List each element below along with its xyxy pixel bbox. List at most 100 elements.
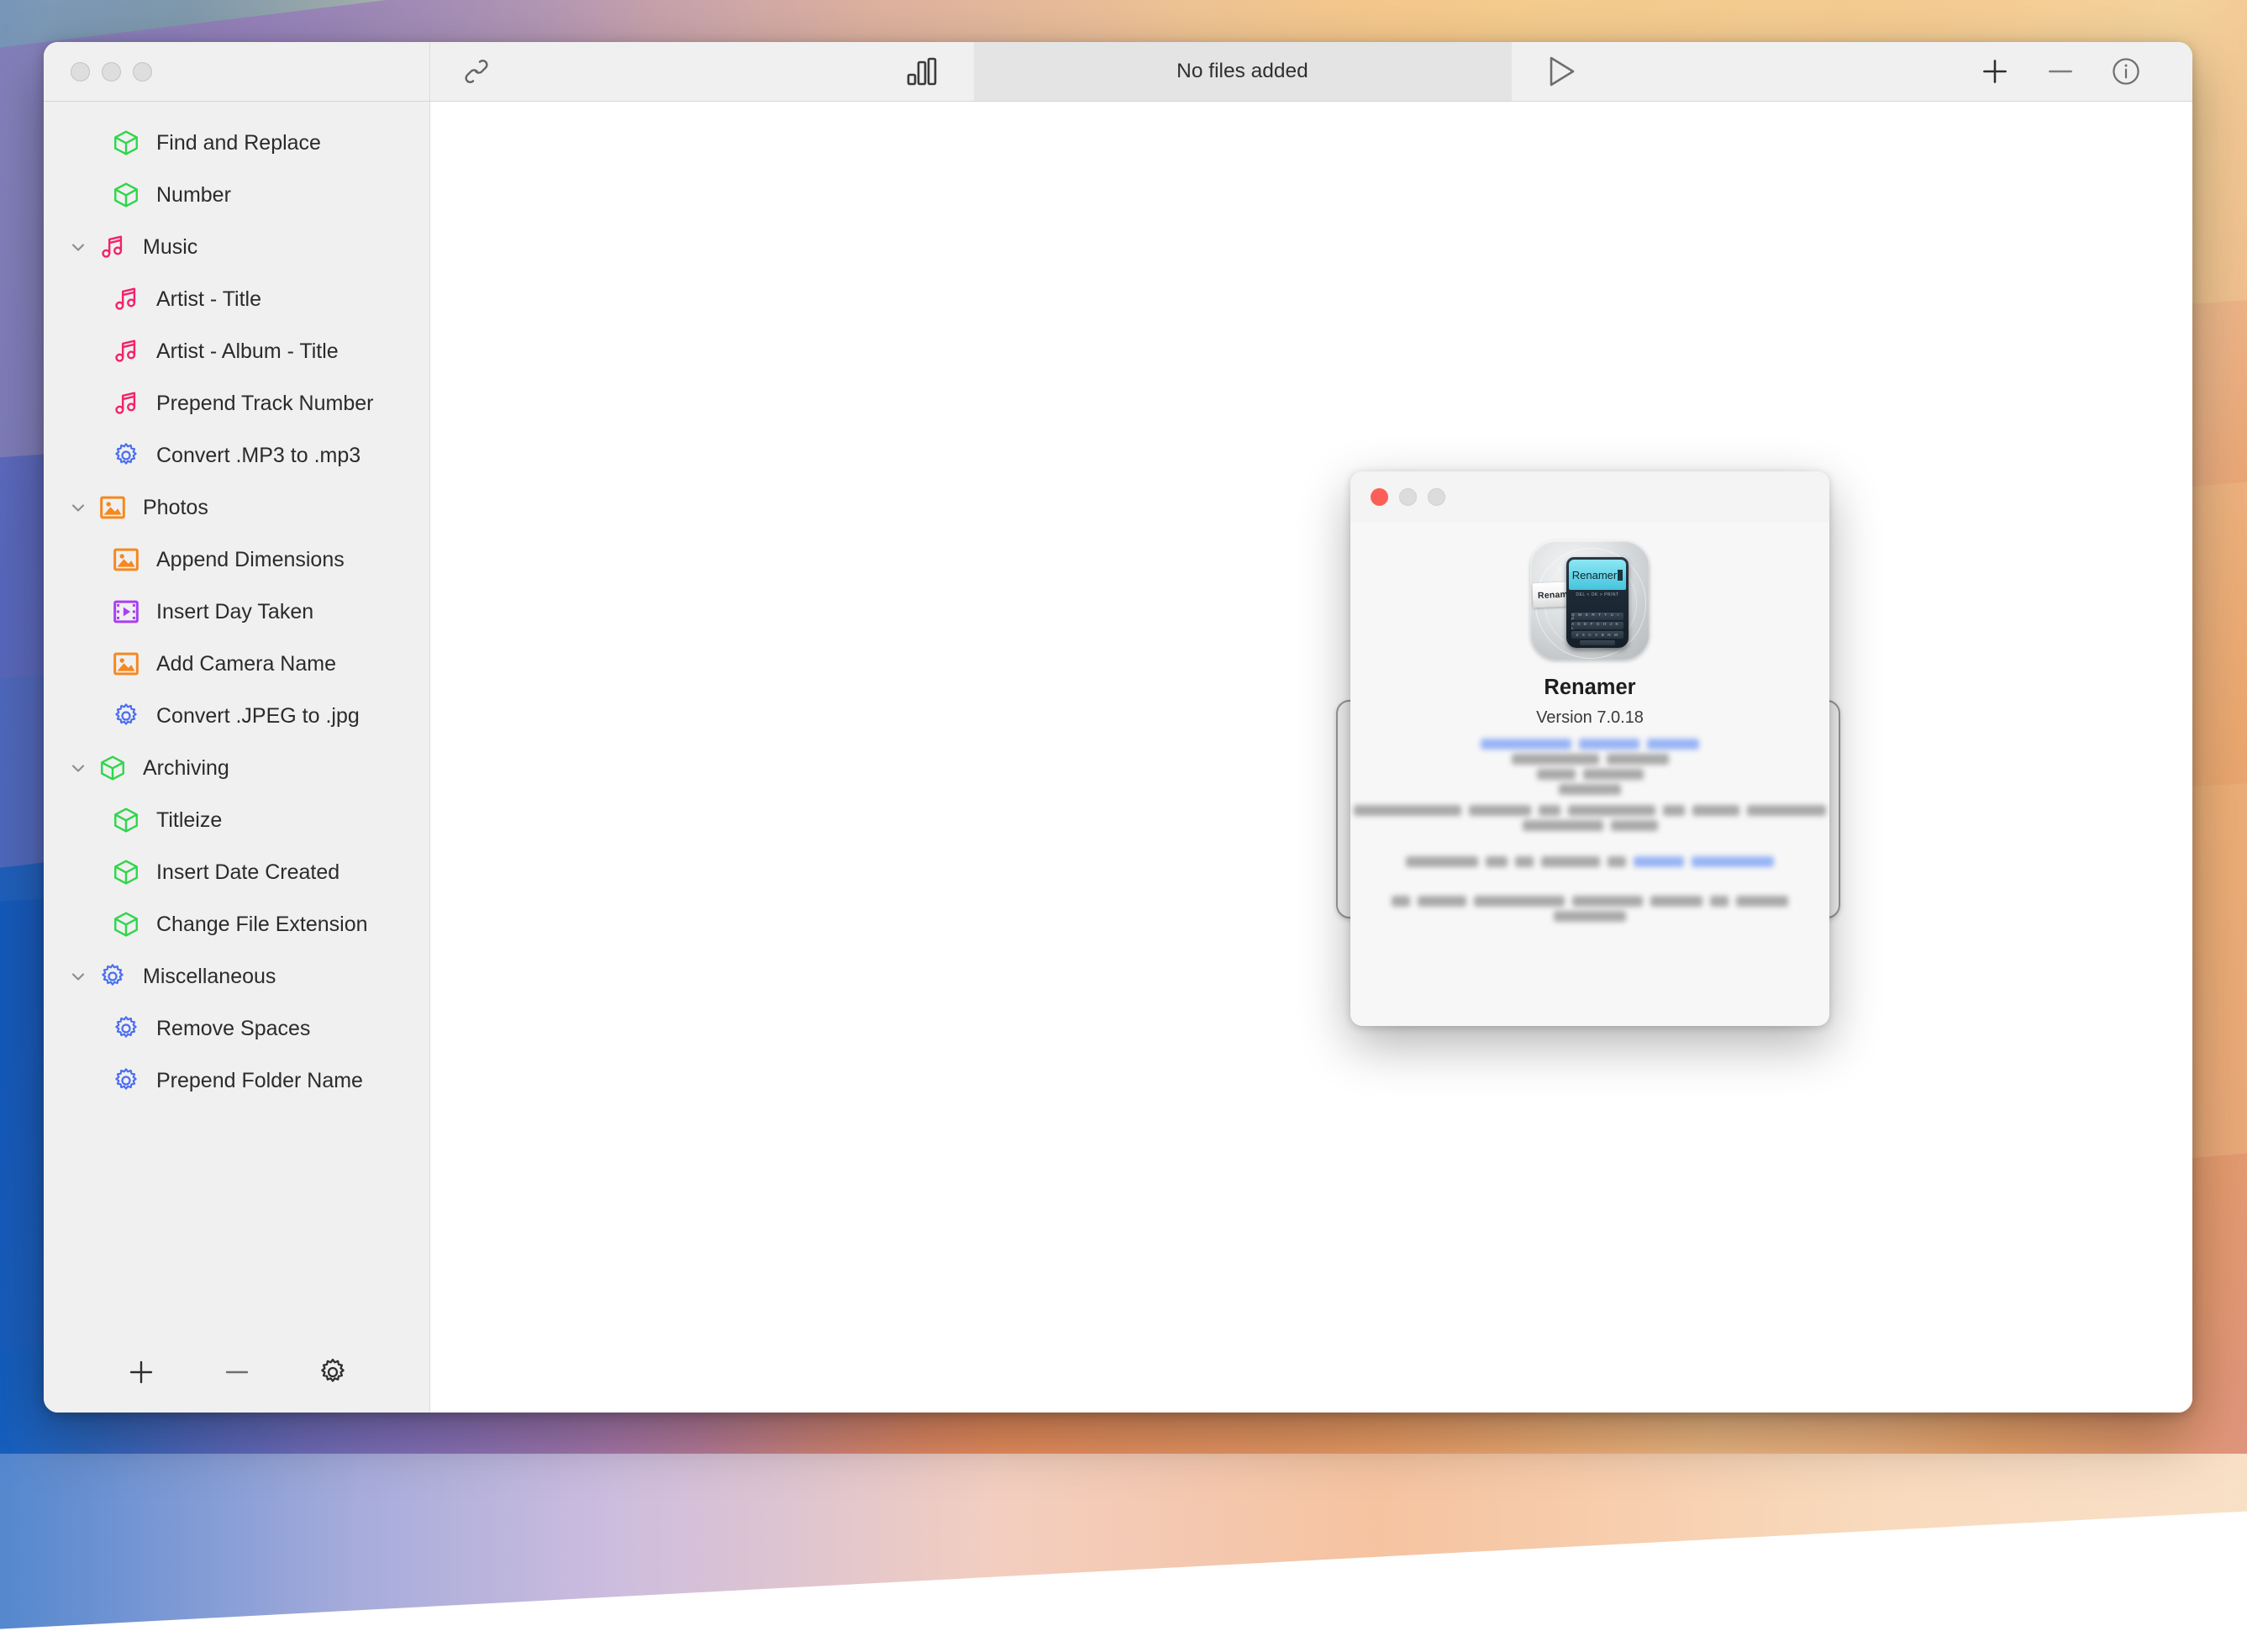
sidebar-item-insert-date-created[interactable]: Insert Date Created xyxy=(44,846,429,898)
sidebar-item-label: Prepend Track Number xyxy=(156,392,373,416)
plus-icon[interactable] xyxy=(1962,42,2028,102)
redacted-segment xyxy=(1512,754,1599,765)
sidebar-item-titleize[interactable]: Titleize xyxy=(44,794,429,846)
sidebar-item-artist-title[interactable]: Artist - Title xyxy=(44,273,429,325)
sidebar-item-label: Photos xyxy=(143,496,208,520)
cube-icon xyxy=(94,754,131,782)
redacted-segment xyxy=(1583,769,1644,780)
sidebar-item-label: Music xyxy=(143,235,197,260)
sidebar-item-label: Artist - Title xyxy=(156,287,261,312)
redacted-segment xyxy=(1710,896,1729,907)
gear-icon xyxy=(108,1066,145,1095)
sidebar-item-label: Prepend Folder Name xyxy=(156,1069,363,1093)
music-icon xyxy=(108,389,145,418)
cube-icon xyxy=(108,806,145,834)
about-maximize-button[interactable] xyxy=(1428,488,1445,506)
gear-icon xyxy=(108,1014,145,1043)
file-drop-area[interactable]: Renam Renamer DEL < OK > PRINT Q W E R T… xyxy=(430,102,2192,1413)
titlebar-sidebar-zone xyxy=(44,42,430,101)
gear-icon xyxy=(108,702,145,730)
app-icon-screen: Renamer xyxy=(1569,560,1626,590)
close-button[interactable] xyxy=(71,62,90,82)
sidebar-item-remove-spaces[interactable]: Remove Spaces xyxy=(44,1002,429,1055)
sidebar-item-append-dimensions[interactable]: Append Dimensions xyxy=(44,534,429,586)
sidebar-item-find-and-replace[interactable]: Find and Replace xyxy=(44,117,429,169)
redacted-segment xyxy=(1486,856,1508,867)
sidebar-item-label: Archiving xyxy=(143,756,229,781)
link-icon[interactable] xyxy=(430,42,523,101)
redacted-segment xyxy=(1392,896,1410,907)
gear-icon xyxy=(94,962,131,991)
add-preset-button[interactable] xyxy=(118,1349,165,1396)
redacted-segment xyxy=(1568,805,1655,816)
redacted-segment xyxy=(1607,754,1669,765)
sidebar-item-label: Change File Extension xyxy=(156,913,368,937)
cube-icon xyxy=(108,910,145,939)
toolbar-spacer-left xyxy=(523,42,873,101)
minimize-button[interactable] xyxy=(102,62,121,82)
about-minimize-button[interactable] xyxy=(1399,488,1417,506)
about-dialog-body: Renam Renamer DEL < OK > PRINT Q W E R T… xyxy=(1350,522,1829,922)
chevron-down-icon[interactable] xyxy=(62,758,94,778)
chevron-down-icon[interactable] xyxy=(62,966,94,986)
sidebar-item-label: Remove Spaces xyxy=(156,1017,310,1041)
window-titlebar: No files added xyxy=(44,42,2192,102)
redacted-segment xyxy=(1354,805,1461,816)
redacted-address-line-3 xyxy=(1559,784,1621,795)
redacted-address-line-1 xyxy=(1512,754,1669,765)
sidebar-item-convert-jpeg-to-jpg[interactable]: Convert .JPEG to .jpg xyxy=(44,690,429,742)
chevron-down-icon[interactable] xyxy=(62,497,94,518)
redacted-segment xyxy=(1474,896,1565,907)
sidebar-item-archiving[interactable]: Archiving xyxy=(44,742,429,794)
music-icon xyxy=(108,285,145,313)
app-icon-screen-text: Renamer xyxy=(1572,569,1617,581)
redacted-segment xyxy=(1634,856,1684,867)
redacted-design-credit-line xyxy=(1406,856,1774,867)
app-icon-nav-keys: DEL < OK > PRINT xyxy=(1566,592,1629,597)
sidebar-item-label: Find and Replace xyxy=(156,131,321,155)
redacted-company-line-2 xyxy=(1523,820,1658,831)
play-triangle-icon[interactable] xyxy=(1512,42,1613,101)
renamer-main-window: No files added xyxy=(44,42,2192,1413)
preset-settings-button[interactable] xyxy=(309,1349,356,1396)
about-app-name: Renamer xyxy=(1544,676,1635,700)
sidebar-item-insert-day-taken[interactable]: Insert Day Taken xyxy=(44,586,429,638)
about-dialog-titlebar xyxy=(1350,471,1829,522)
sidebar-item-label: Artist - Album - Title xyxy=(156,339,339,364)
remove-preset-button[interactable] xyxy=(213,1349,260,1396)
sidebar-item-miscellaneous[interactable]: Miscellaneous xyxy=(44,950,429,1002)
info-circle-icon[interactable] xyxy=(2093,42,2159,102)
app-icon-screen-cursor xyxy=(1618,570,1623,581)
about-close-button[interactable] xyxy=(1371,488,1388,506)
film-icon xyxy=(108,597,145,626)
sidebar-item-convert-mp3-to-mp3[interactable]: Convert .MP3 to .mp3 xyxy=(44,429,429,481)
redacted-segment xyxy=(1481,739,1571,750)
app-icon-key-row-1: Q W E R T Y U I P xyxy=(1571,613,1623,620)
bar-chart-icon[interactable] xyxy=(873,42,974,101)
sidebar-item-photos[interactable]: Photos xyxy=(44,481,429,534)
sidebar-footer-toolbar xyxy=(44,1332,429,1413)
sidebar-item-number[interactable]: Number xyxy=(44,169,429,221)
presets-list: Find and Replace Number xyxy=(44,102,429,1332)
chevron-down-icon[interactable] xyxy=(62,237,94,257)
redacted-address-line-2 xyxy=(1537,769,1644,780)
cube-icon xyxy=(108,858,145,887)
redacted-segment xyxy=(1559,784,1621,795)
redacted-segment xyxy=(1554,911,1626,922)
sidebar-item-prepend-folder-name[interactable]: Prepend Folder Name xyxy=(44,1055,429,1107)
minus-icon[interactable] xyxy=(2028,42,2093,102)
redacted-segment xyxy=(1736,896,1788,907)
redacted-copyright-line-1 xyxy=(1392,896,1788,907)
redacted-segment xyxy=(1692,805,1739,816)
presets-sidebar: Find and Replace Number xyxy=(44,102,430,1413)
sidebar-item-music[interactable]: Music xyxy=(44,221,429,273)
redacted-copyright-line-2 xyxy=(1554,911,1626,922)
cube-icon xyxy=(108,181,145,209)
sidebar-item-prepend-track-number[interactable]: Prepend Track Number xyxy=(44,377,429,429)
redacted-company-line-1 xyxy=(1354,805,1826,816)
maximize-button[interactable] xyxy=(133,62,152,82)
sidebar-item-add-camera-name[interactable]: Add Camera Name xyxy=(44,638,429,690)
gear-icon xyxy=(108,441,145,470)
sidebar-item-artist-album-title[interactable]: Artist - Album - Title xyxy=(44,325,429,377)
sidebar-item-change-file-extension[interactable]: Change File Extension xyxy=(44,898,429,950)
